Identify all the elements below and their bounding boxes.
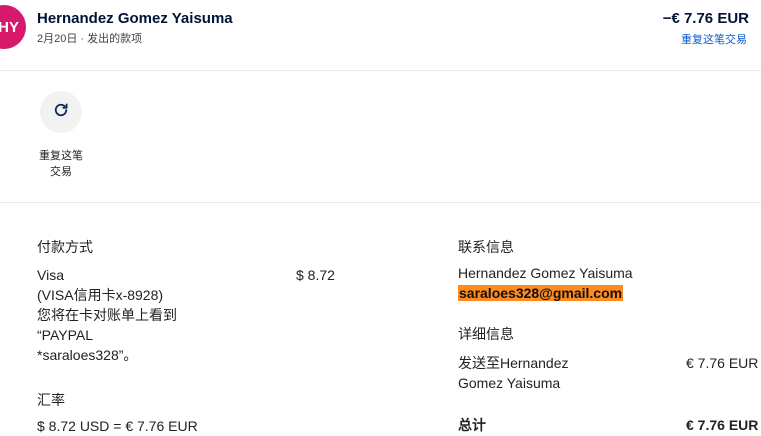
exchange-rate-value: $ 8.72 USD = € 7.76 EUR [37, 418, 198, 434]
statement-note: “PAYPAL [37, 327, 94, 343]
contact-info-heading: 联系信息 [458, 239, 514, 255]
sent-to-line1: 发送至Hernandez [458, 355, 569, 371]
repeat-label-line1: 重复这笔 [39, 150, 83, 162]
divider [0, 202, 761, 203]
details-heading: 详细信息 [458, 326, 514, 342]
repeat-transaction-button[interactable] [40, 91, 82, 133]
repeat-label-line2: 交易 [50, 166, 72, 178]
payment-card: (VISA信用卡x-8928) [37, 287, 164, 303]
counterparty-name: Hernandez Gomez Yaisuma [37, 10, 233, 27]
payment-amount: $ 8.72 [296, 267, 335, 283]
payment-method-name: Visa [37, 267, 64, 283]
transaction-amount: −€ 7.76 EUR [662, 10, 749, 27]
statement-note: 您将在卡对账单上看到 [37, 307, 177, 323]
contact-email-row: saraloes328@gmail.com [458, 283, 624, 303]
sent-to-line2: Gomez Yaisuma [458, 375, 561, 391]
sent-amount: € 7.76 EUR [686, 355, 759, 371]
payment-method-heading: 付款方式 [37, 239, 93, 255]
total-label: 总计 [458, 417, 486, 433]
repeat-transaction-link[interactable]: 重复这笔交易 [681, 31, 747, 47]
exchange-rate-heading: 汇率 [37, 392, 65, 408]
sent-to: 发送至Hernandez Gomez Yaisuma [458, 353, 569, 393]
transaction-subtitle: 2月20日 · 发出的款项 [37, 33, 143, 45]
contact-name: Hernandez Gomez Yaisuma [458, 265, 633, 281]
avatar: HY [0, 5, 26, 49]
total-amount: € 7.76 EUR [686, 417, 759, 433]
refresh-icon [52, 101, 70, 124]
repeat-transaction-label[interactable]: 重复这笔 交易 [30, 148, 92, 180]
divider [0, 70, 761, 71]
payment-method-details: Visa (VISA信用卡x-8928) 您将在卡对账单上看到 “PAYPAL … [37, 265, 177, 365]
statement-note: *saraloes328”。 [37, 347, 138, 363]
contact-email[interactable]: saraloes328@gmail.com [458, 285, 624, 301]
